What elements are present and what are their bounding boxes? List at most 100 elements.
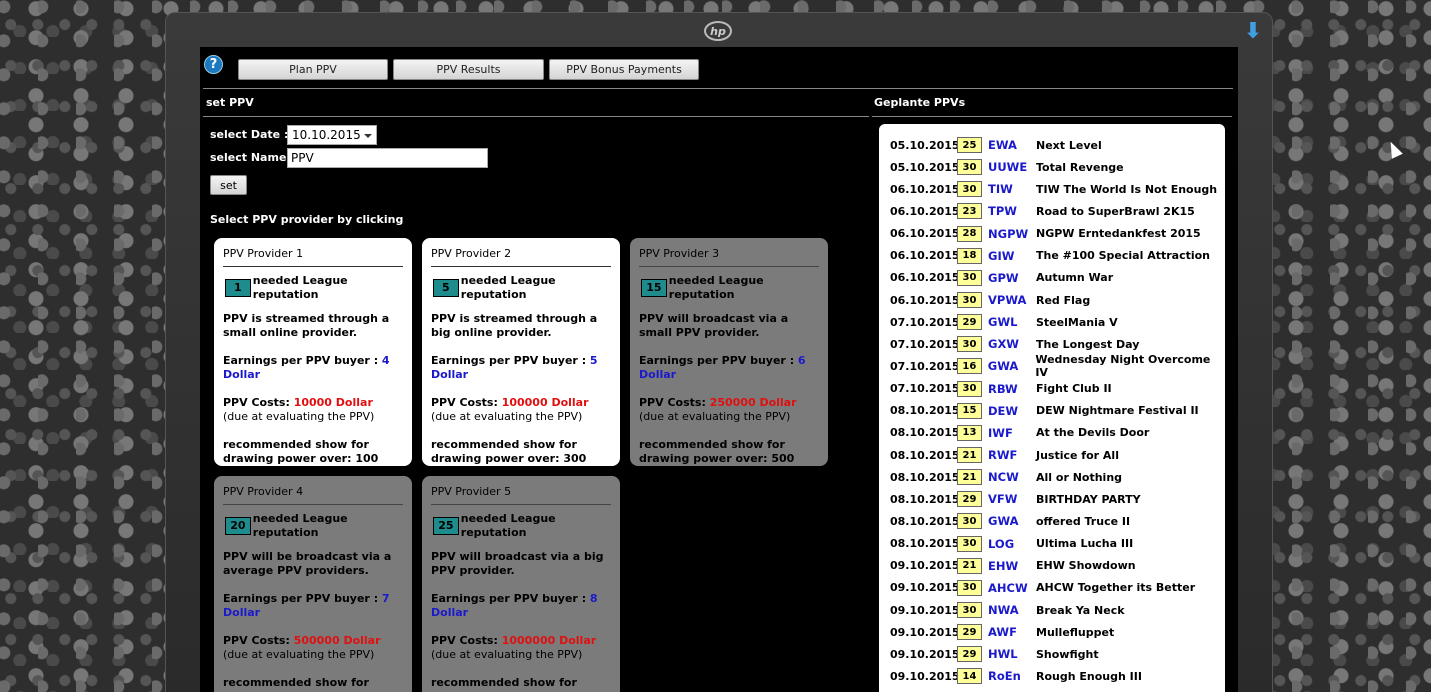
provider-description: PPV will broadcast via a small PPV provi… [639, 312, 789, 339]
ppv-name: Next Level [1036, 138, 1102, 152]
recommendation: recommended show for drawing power over:… [431, 438, 611, 466]
ppv-name: Rough Enough III [1036, 669, 1142, 683]
planned-ppv-row[interactable]: 08.10.2015 15 DEW DEW Nightmare Festival II [890, 400, 1225, 422]
ppv-rating-badge: 30 [957, 292, 982, 309]
ppv-rating-badge: 30 [957, 535, 982, 552]
reputation-badge: 15 [641, 279, 667, 297]
ppv-federation[interactable]: GXW [988, 337, 1036, 351]
plan-ppv-button[interactable]: Plan PPV [238, 59, 388, 80]
date-select[interactable]: 10.10.2015 [287, 125, 377, 145]
ppv-federation[interactable]: RBW [988, 382, 1036, 396]
ppv-federation[interactable]: VFW [988, 492, 1036, 506]
planned-ppv-row[interactable]: 06.10.2015 30 GPW Autumn War [890, 267, 1225, 289]
costs: PPV Costs: 1000000 Dollar (due at evaluat… [431, 634, 611, 662]
recommendation: recommended show for drawing power over:… [223, 438, 403, 466]
ppv-federation[interactable]: GWA [988, 514, 1036, 528]
ppv-name: TIW The World Is Not Enough [1036, 182, 1218, 196]
chevron-down-icon [364, 134, 372, 138]
ppv-federation[interactable]: IWF [988, 426, 1036, 440]
planned-ppv-row[interactable]: 07.10.2015 29 GWL SteelMania V [890, 311, 1225, 333]
ppv-federation[interactable]: UUWE [988, 160, 1036, 174]
ppv-results-button[interactable]: PPV Results [393, 59, 544, 80]
planned-ppv-row[interactable]: 05.10.2015 25 EWA Next Level [890, 134, 1225, 156]
costs-value: 250000 Dollar [709, 396, 797, 409]
ppv-date: 07.10.2015 [890, 315, 960, 329]
planned-ppv-row[interactable]: 06.10.2015 30 VPWA Red Flag [890, 289, 1225, 311]
planned-ppv-row[interactable]: 08.10.2015 21 RWF Justice for All [890, 444, 1225, 466]
ppv-rating-badge: 29 [957, 314, 982, 331]
ppv-federation[interactable]: NCW [988, 470, 1036, 484]
ppv-rating-badge: 21 [957, 447, 982, 464]
ppv-date: 07.10.2015 [890, 337, 960, 351]
ppv-federation[interactable]: EHW [988, 559, 1036, 573]
earnings-label: Earnings per PPV buyer : [639, 354, 798, 367]
ppv-federation[interactable]: TPW [988, 204, 1036, 218]
planned-ppv-row[interactable]: 08.10.2015 30 GWA offered Truce II [890, 510, 1225, 532]
planned-ppv-row[interactable]: 08.10.2015 13 IWF At the Devils Door [890, 422, 1225, 444]
planned-ppv-row[interactable]: 09.10.2015 29 AWF Mullefluppet [890, 621, 1225, 643]
ppv-federation[interactable]: RWF [988, 448, 1036, 462]
provider-title: PPV Provider 4 [223, 485, 403, 505]
ppv-federation[interactable]: GPW [988, 271, 1036, 285]
planned-ppv-row[interactable]: 08.10.2015 29 VFW BIRTHDAY PARTY [890, 488, 1225, 510]
ppv-federation[interactable]: HWL [988, 647, 1036, 661]
ppv-federation[interactable]: GWL [988, 315, 1036, 329]
ppv-date: 08.10.2015 [890, 404, 960, 418]
provider-card[interactable]: PPV Provider 3 15 needed League reputation… [630, 238, 828, 466]
ppv-date: 05.10.2015 [890, 160, 960, 174]
earnings: Earnings per PPV buyer : 7 Dollar [223, 592, 403, 620]
ppv-rating-badge: 23 [957, 203, 982, 220]
ppv-federation[interactable]: NWA [988, 603, 1036, 617]
planned-ppv-row[interactable]: 06.10.2015 18 GIW The #100 Special Attracti… [890, 245, 1225, 267]
ppv-federation[interactable]: GIW [988, 249, 1036, 263]
earnings-label: Earnings per PPV buyer : [223, 592, 382, 605]
ppv-name: Autumn War [1036, 271, 1114, 285]
ppv-federation[interactable]: AWF [988, 625, 1036, 639]
planned-ppv-row[interactable]: 09.10.2015 30 AHCW AHCW Together its Better [890, 577, 1225, 599]
ppv-date: 09.10.2015 [890, 581, 960, 595]
planned-ppv-row[interactable]: 07.10.2015 30 RBW Fight Club II [890, 378, 1225, 400]
planned-ppv-row[interactable]: 06.10.2015 23 TPW Road to SuperBrawl 2K15 [890, 200, 1225, 222]
help-icon[interactable]: ? [204, 55, 223, 74]
planned-ppv-row[interactable]: 08.10.2015 21 NCW All or Nothing [890, 466, 1225, 488]
ppv-federation[interactable]: LOG [988, 537, 1036, 551]
planned-ppv-row[interactable]: 09.10.2015 14 RoEn Rough Enough III [890, 665, 1225, 687]
name-input[interactable] [287, 148, 488, 168]
ppv-federation[interactable]: DEW [988, 404, 1036, 418]
ppv-federation[interactable]: VPWA [988, 293, 1036, 307]
planned-ppvs-title: Geplante PPVs [874, 96, 966, 109]
ppv-federation[interactable]: GWA [988, 359, 1036, 373]
ppv-federation[interactable]: AHCW [988, 581, 1036, 595]
planned-ppv-row[interactable]: 09.10.2015 21 EHW EHW Showdown [890, 555, 1225, 577]
planned-ppv-row[interactable]: 06.10.2015 28 NGPW NGPW Erntedankfest 2015 [890, 223, 1225, 245]
ppv-date: 06.10.2015 [890, 204, 960, 218]
ppv-name: NGPW Erntedankfest 2015 [1036, 227, 1201, 241]
costs-value: 1000000 Dollar [501, 634, 597, 647]
arrow-down-icon[interactable]: ⬇ [1242, 21, 1264, 45]
provider-card[interactable]: PPV Provider 4 20 needed League reputation… [214, 476, 412, 692]
ppv-bonus-payments-button[interactable]: PPV Bonus Payments [549, 59, 699, 80]
recommendation-value: 300 [563, 452, 587, 465]
set-button[interactable]: set [210, 175, 247, 195]
planned-ppv-row[interactable]: 09.10.2015 29 HWL Showfight [890, 643, 1225, 665]
recommendation-label: recommended show for drawing power over: [431, 676, 577, 692]
planned-ppv-row[interactable]: 09.10.2015 30 NWA Break Ya Neck [890, 599, 1225, 621]
ppv-federation[interactable]: TIW [988, 182, 1036, 196]
ppv-federation[interactable]: NGPW [988, 227, 1036, 241]
ppv-federation[interactable]: EWA [988, 138, 1036, 152]
provider-card[interactable]: PPV Provider 5 25 needed League reputation… [422, 476, 620, 692]
ppv-name: Break Ya Neck [1036, 603, 1125, 617]
costs-label: PPV Costs: [639, 396, 710, 409]
planned-ppv-row[interactable]: 07.10.2015 30 GXW The Longest Day [890, 333, 1225, 355]
planned-ppv-row[interactable]: 07.10.2015 16 GWA Wednesday Night Overcome … [890, 353, 1225, 379]
ppv-federation[interactable]: RoEn [988, 669, 1036, 683]
ppv-rating-badge: 16 [957, 358, 982, 375]
planned-ppv-row[interactable]: 05.10.2015 30 UUWE Total Revenge [890, 156, 1225, 178]
ppv-date: 06.10.2015 [890, 293, 960, 307]
provider-title: PPV Provider 3 [639, 247, 819, 267]
provider-card[interactable]: PPV Provider 2 5 needed League reputation P… [422, 238, 620, 466]
planned-ppv-row[interactable]: 08.10.2015 30 LOG Ultima Lucha III [890, 533, 1225, 555]
provider-card[interactable]: PPV Provider 1 1 needed League reputation P… [214, 238, 412, 466]
ppv-date: 09.10.2015 [890, 603, 960, 617]
planned-ppv-row[interactable]: 06.10.2015 30 TIW TIW The World Is Not Enou… [890, 178, 1225, 200]
